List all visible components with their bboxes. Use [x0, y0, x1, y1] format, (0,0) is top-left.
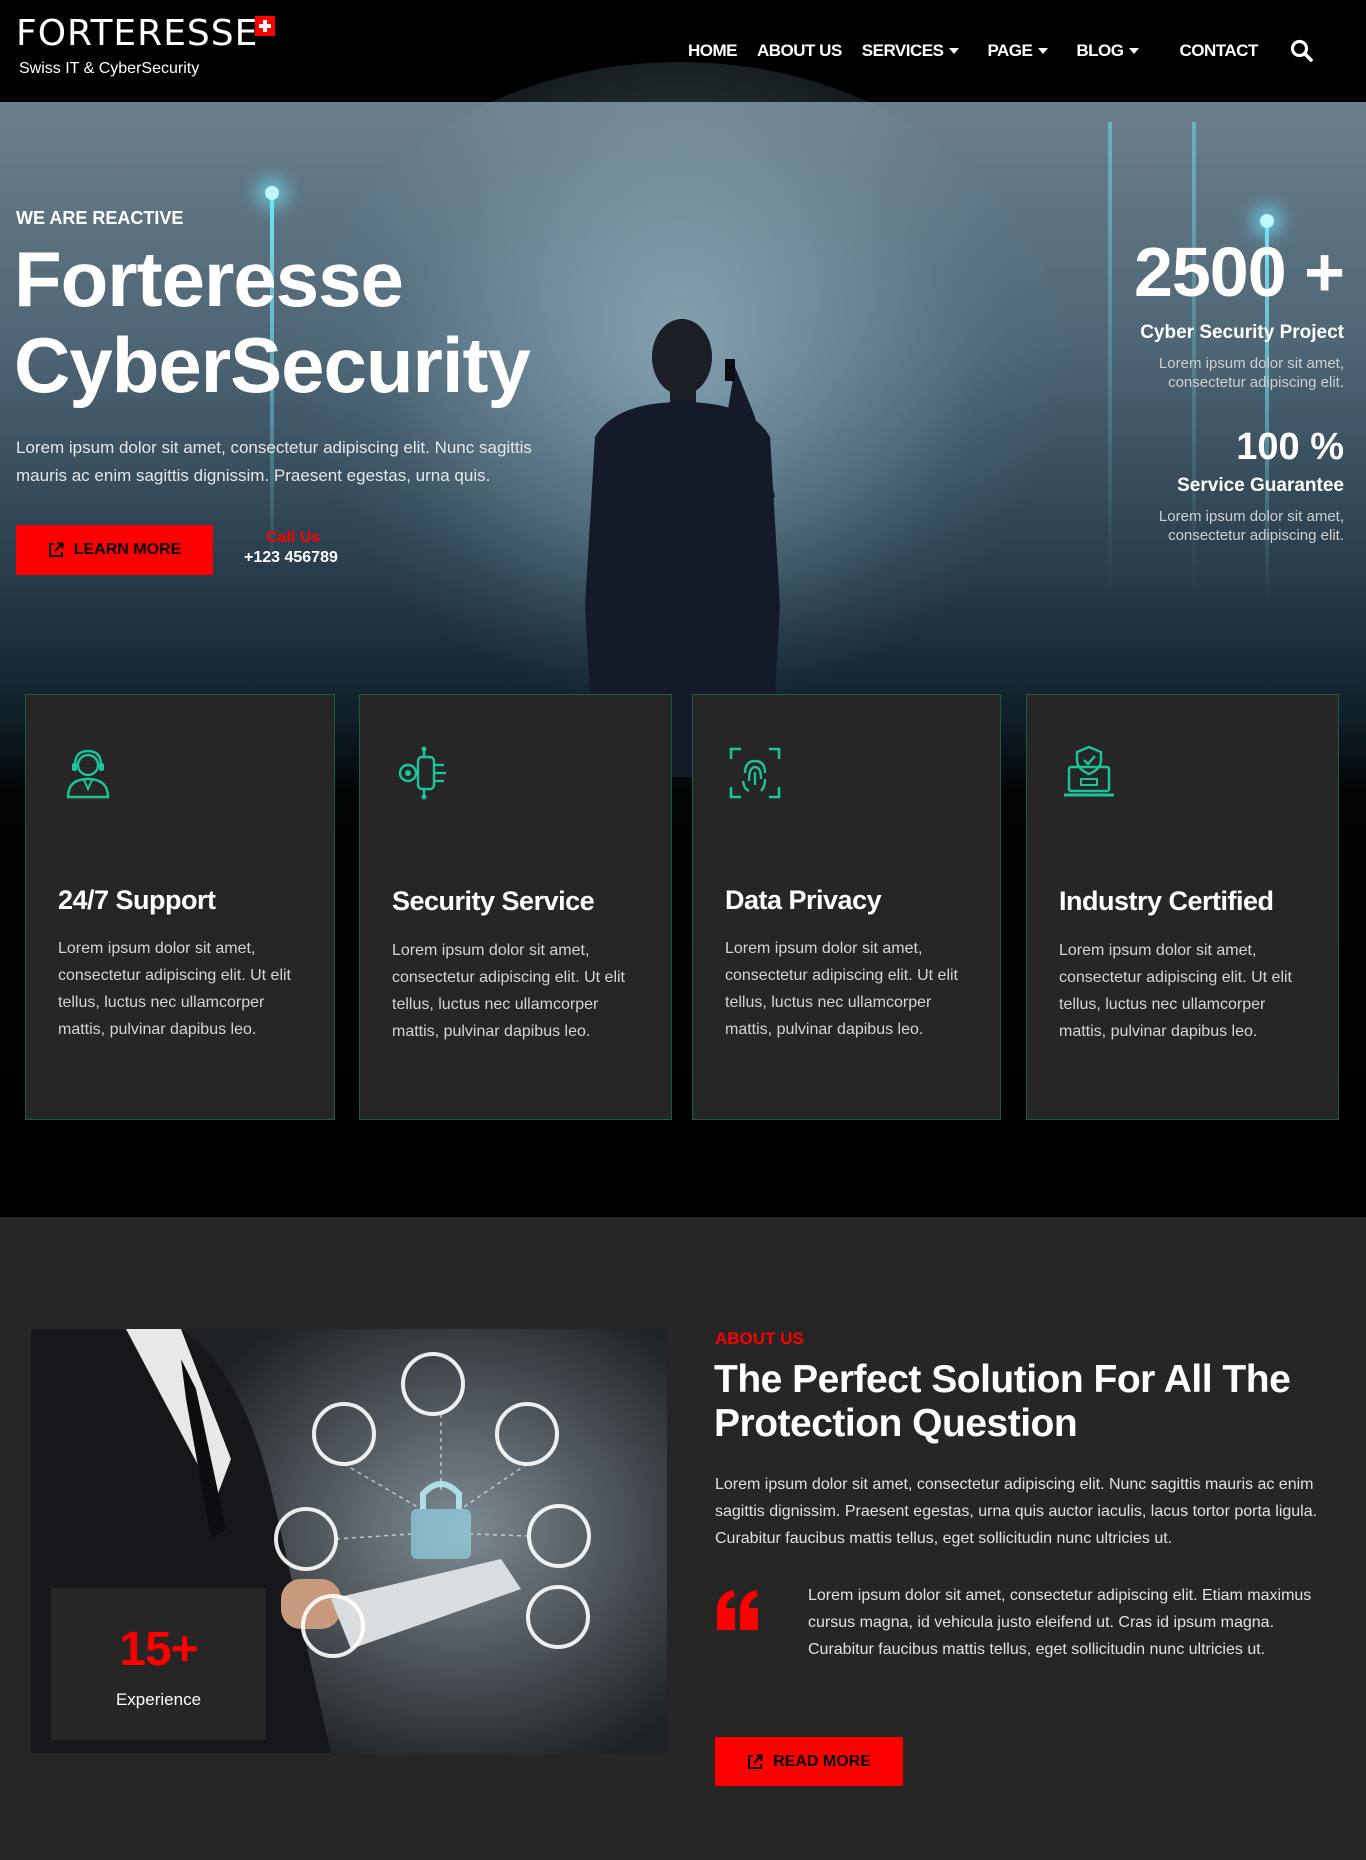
quote-icon — [717, 1590, 758, 1630]
fingerprint-scan-icon — [729, 747, 781, 799]
caret-down-icon — [1038, 48, 1049, 54]
feature-card: Security Service Lorem ipsum dolor sit a… — [359, 694, 672, 1120]
support-agent-icon — [66, 749, 110, 799]
nav-item-contact[interactable]: CONTACT — [1179, 41, 1258, 61]
phone-number[interactable]: +123 456789 — [244, 549, 338, 567]
stat-value: 2500 + — [1133, 233, 1345, 311]
nav-label: PAGE — [987, 41, 1033, 60]
light-dot — [1260, 214, 1274, 228]
learn-more-button[interactable]: LEARN MORE — [16, 525, 213, 575]
stat-description: Lorem ipsum dolor sit amet, consectetur … — [1158, 508, 1344, 544]
feature-card: 24/7 Support Lorem ipsum dolor sit amet,… — [25, 694, 335, 1120]
hero-title: Forteresse CyberSecurity — [14, 235, 531, 409]
nav-item-about[interactable]: ABOUT US — [757, 41, 842, 61]
about-description: Lorem ipsum dolor sit amet, consectetur … — [715, 1476, 1318, 1547]
swiss-flag-icon — [255, 16, 275, 36]
page: FORTERESSE Swiss IT & CyberSecurity HOME… — [0, 0, 1366, 1860]
hero-title-line: CyberSecurity — [14, 321, 531, 409]
experience-box: 15+ Experience — [51, 1588, 266, 1740]
stat-value: 100 % — [1236, 426, 1344, 468]
feature-card: Industry Certified Lorem ipsum dolor sit… — [1026, 694, 1339, 1120]
main-nav: HOME ABOUT US SERVICES PAGE BLOG CONTACT — [688, 41, 1278, 61]
nav-item-blog[interactable]: BLOG — [1076, 41, 1140, 61]
hero-description: Lorem ipsum dolor sit amet, consectetur … — [16, 438, 532, 485]
call-us-label: Call Us — [266, 529, 321, 546]
caret-down-icon — [1129, 48, 1140, 54]
hero-title-line: Forteresse — [14, 235, 404, 323]
about-eyebrow: ABOUT US — [715, 1329, 804, 1348]
nav-label: CONTACT — [1179, 41, 1258, 60]
logo[interactable]: FORTERESSE Swiss IT & CyberSecurity — [16, 13, 275, 78]
nav-label: BLOG — [1076, 41, 1124, 60]
feature-title: Security Service — [392, 886, 595, 916]
button-label: LEARN MORE — [73, 541, 182, 558]
external-link-icon — [48, 542, 64, 557]
nav-label: HOME — [688, 41, 738, 60]
circuit-key-icon — [398, 746, 446, 800]
logo-tagline: Swiss IT & CyberSecurity — [19, 60, 200, 77]
experience-label: Experience — [115, 1690, 202, 1709]
nav-label: SERVICES — [861, 41, 944, 60]
nav-item-home[interactable]: HOME — [688, 41, 738, 61]
light-dot — [265, 186, 279, 200]
feature-title: Industry Certified — [1059, 886, 1274, 916]
nav-item-page[interactable]: PAGE — [987, 41, 1049, 61]
caret-down-icon — [949, 48, 960, 54]
nav-item-services[interactable]: SERVICES — [862, 41, 960, 61]
light-beam — [1108, 122, 1112, 602]
logo-text: FORTERESSE — [16, 13, 259, 54]
stat-title: Cyber Security Project — [1140, 322, 1344, 343]
button-label: READ MORE — [773, 1752, 871, 1770]
read-more-button[interactable]: READ MORE — [715, 1737, 903, 1786]
feature-text: Lorem ipsum dolor sit amet, consectetur … — [392, 942, 625, 1040]
shield-laptop-icon — [1064, 745, 1114, 797]
about-title: The Perfect Solution For All The Protect… — [714, 1358, 1291, 1445]
stat-title: Service Guarantee — [1177, 475, 1344, 496]
feature-title: 24/7 Support — [58, 885, 216, 915]
hero-eyebrow: WE ARE REACTIVE — [16, 208, 184, 228]
external-link-icon — [748, 1754, 763, 1769]
about-quote: Lorem ipsum dolor sit amet, consectetur … — [808, 1587, 1312, 1658]
feature-text: Lorem ipsum dolor sit amet, consectetur … — [725, 940, 958, 1038]
feature-card: Data Privacy Lorem ipsum dolor sit amet,… — [692, 694, 1001, 1120]
search-icon[interactable] — [1289, 38, 1315, 64]
stat-description: Lorem ipsum dolor sit amet, consectetur … — [1158, 355, 1344, 391]
feature-text: Lorem ipsum dolor sit amet, consectetur … — [58, 940, 291, 1038]
experience-value: 15+ — [119, 1623, 198, 1676]
nav-label: ABOUT US — [757, 41, 842, 60]
feature-text: Lorem ipsum dolor sit amet, consectetur … — [1059, 942, 1292, 1040]
feature-title: Data Privacy — [725, 885, 882, 915]
